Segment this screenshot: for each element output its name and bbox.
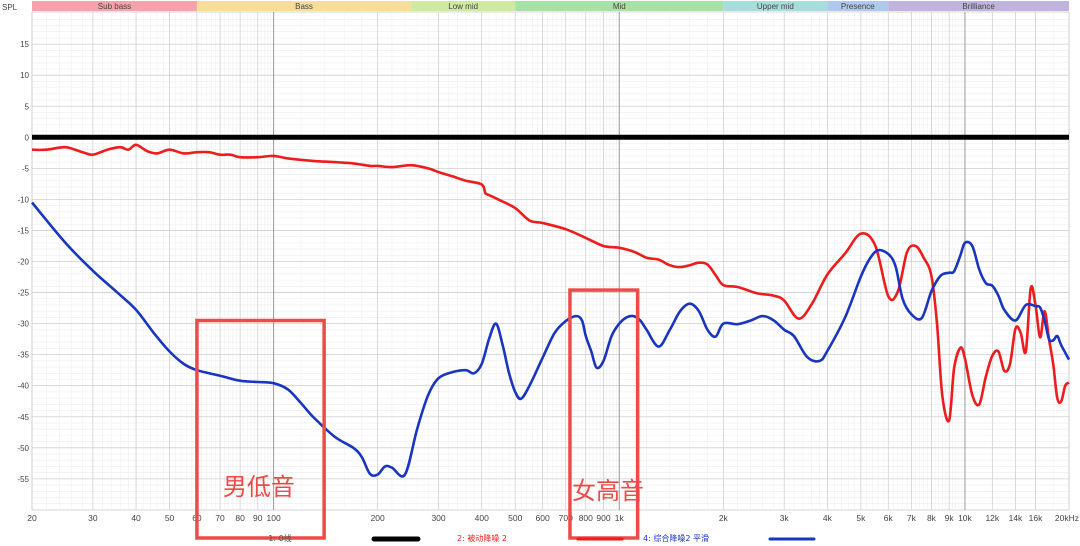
y-tick-label: -55 <box>17 475 29 484</box>
x-tick-label: 12k <box>985 513 999 523</box>
y-tick-label: -40 <box>17 382 29 391</box>
x-tick-label: 20 <box>27 513 37 523</box>
x-tick-label: 9k <box>945 513 955 523</box>
y-tick-label: 0 <box>25 133 30 142</box>
y-axis-label: SPL <box>2 3 18 12</box>
band-label: Mid <box>613 2 626 11</box>
y-tick-label: -30 <box>17 320 29 329</box>
annotation-label-1: 男低音 <box>223 473 295 501</box>
chart-background <box>0 0 1080 546</box>
x-tick-label: 900 <box>596 513 610 523</box>
y-tick-label: -15 <box>17 226 29 235</box>
x-tick-label: 6k <box>884 513 894 523</box>
y-tick-label: 15 <box>20 40 29 49</box>
x-tick-label: 3k <box>780 513 790 523</box>
band-header: Sub bass Bass Low mid Mid Upper mid Presence B… <box>32 1 1069 11</box>
band-label: Bass <box>295 2 313 11</box>
annotation-label-2: 女高音 <box>572 477 644 505</box>
x-tick-label: 2k <box>719 513 729 523</box>
x-tick-label: 300 <box>431 513 445 523</box>
x-tick-label: 16k <box>1029 513 1043 523</box>
x-tick-label: 50 <box>165 513 175 523</box>
band-label: Brilliance <box>962 2 995 11</box>
x-tick-label: 5k <box>856 513 866 523</box>
x-tick-label: 14k <box>1009 513 1023 523</box>
x-tick-label: 80 <box>235 513 245 523</box>
x-tick-label: 8k <box>927 513 937 523</box>
x-tick-label: 600 <box>535 513 549 523</box>
x-tick-label: 1k <box>615 513 625 523</box>
x-tick-label: 500 <box>508 513 522 523</box>
x-tick-label: 70 <box>215 513 225 523</box>
y-tick-label: -45 <box>17 413 29 422</box>
x-tick-label: 20kHz <box>1055 513 1079 523</box>
y-tick-label: 5 <box>25 102 30 111</box>
y-tick-label: -50 <box>17 444 29 453</box>
x-tick-label: 30 <box>88 513 98 523</box>
x-tick-label: 200 <box>371 513 385 523</box>
x-tick-label: 4k <box>823 513 833 523</box>
y-tick-label: -20 <box>17 258 29 267</box>
y-tick-label: -10 <box>17 195 29 204</box>
band-label: Presence <box>841 2 875 11</box>
y-tick-label: -35 <box>17 351 29 360</box>
x-tick-label: 40 <box>131 513 141 523</box>
x-tick-label: 400 <box>475 513 489 523</box>
frequency-response-chart: Sub bass Bass Low mid Mid Upper mid Presence B… <box>0 0 1080 546</box>
y-tick-label: -5 <box>22 164 30 173</box>
x-tick-label: 10k <box>958 513 972 523</box>
band-label: Sub bass <box>98 2 131 11</box>
legend-label: 2: 被动降噪 2 <box>457 533 507 543</box>
band-label: Low mid <box>448 2 478 11</box>
x-tick-label: 7k <box>907 513 917 523</box>
band-label: Upper mid <box>757 2 794 11</box>
legend-label: 4: 综合降噪2 平滑 <box>643 533 709 543</box>
y-tick-label: 10 <box>20 71 29 80</box>
y-tick-label: -25 <box>17 289 29 298</box>
x-tick-label: 100 <box>267 513 281 523</box>
x-tick-label: 800 <box>579 513 593 523</box>
legend-label: 1: 0线 <box>268 533 291 543</box>
x-tick-label: 90 <box>253 513 263 523</box>
